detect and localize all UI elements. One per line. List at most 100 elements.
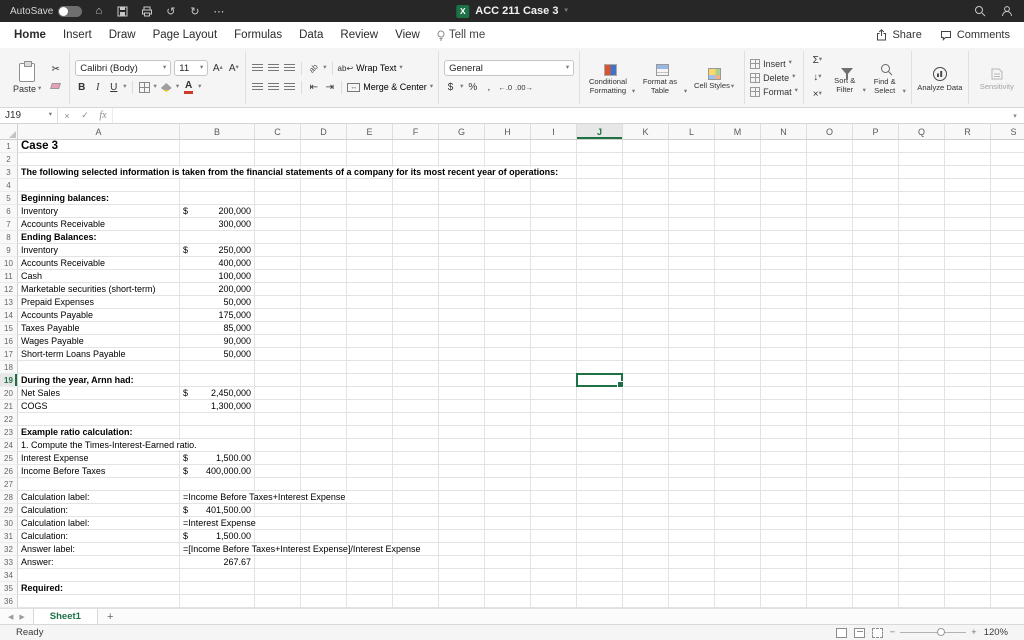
row-header-27[interactable]: 27 [0, 478, 18, 491]
cell-P27[interactable] [853, 478, 899, 491]
cell-L11[interactable] [669, 270, 715, 283]
cell-Q1[interactable] [899, 140, 945, 153]
cell-S15[interactable] [991, 322, 1024, 335]
cell-M5[interactable] [715, 192, 761, 205]
cell-J36[interactable] [577, 595, 623, 608]
cell-B11[interactable]: 100,000 [180, 270, 255, 283]
cell-P34[interactable] [853, 569, 899, 582]
cell-R27[interactable] [945, 478, 991, 491]
cell-L36[interactable] [669, 595, 715, 608]
cell-M9[interactable] [715, 244, 761, 257]
cell-C9[interactable] [255, 244, 301, 257]
cell-I5[interactable] [531, 192, 577, 205]
cell-G26[interactable] [439, 465, 485, 478]
cell-M31[interactable] [715, 530, 761, 543]
cell-O9[interactable] [807, 244, 853, 257]
column-header-I[interactable]: I [531, 124, 577, 139]
cell-I36[interactable] [531, 595, 577, 608]
cell-A36[interactable] [18, 595, 180, 608]
cell-H22[interactable] [485, 413, 531, 426]
cell-H19[interactable] [485, 374, 531, 387]
cell-Q5[interactable] [899, 192, 945, 205]
cell-B36[interactable] [180, 595, 255, 608]
cell-O14[interactable] [807, 309, 853, 322]
cell-Q14[interactable] [899, 309, 945, 322]
column-header-N[interactable]: N [761, 124, 807, 139]
cell-M33[interactable] [715, 556, 761, 569]
row-header-28[interactable]: 28 [0, 491, 18, 504]
comments-button[interactable]: Comments [940, 29, 1010, 41]
cell-P22[interactable] [853, 413, 899, 426]
cell-A33[interactable]: Answer: [18, 556, 180, 569]
cell-L32[interactable] [669, 543, 715, 556]
cell-F19[interactable] [393, 374, 439, 387]
cell-S12[interactable] [991, 283, 1024, 296]
cell-S9[interactable] [991, 244, 1024, 257]
cell-I29[interactable] [531, 504, 577, 517]
cell-H36[interactable] [485, 595, 531, 608]
cell-O12[interactable] [807, 283, 853, 296]
cell-I13[interactable] [531, 296, 577, 309]
cell-G36[interactable] [439, 595, 485, 608]
cell-R28[interactable] [945, 491, 991, 504]
cell-S21[interactable] [991, 400, 1024, 413]
cell-A1[interactable]: Case 3 [18, 140, 180, 153]
cell-H32[interactable] [485, 543, 531, 556]
cell-K15[interactable] [623, 322, 669, 335]
cell-P2[interactable] [853, 153, 899, 166]
cell-A11[interactable]: Cash [18, 270, 180, 283]
cell-S18[interactable] [991, 361, 1024, 374]
cell-N7[interactable] [761, 218, 807, 231]
cell-P7[interactable] [853, 218, 899, 231]
cell-K10[interactable] [623, 257, 669, 270]
cell-H11[interactable] [485, 270, 531, 283]
cell-B1[interactable] [180, 140, 255, 153]
cell-J6[interactable] [577, 205, 623, 218]
cell-E23[interactable] [347, 426, 393, 439]
cell-S32[interactable] [991, 543, 1024, 556]
cell-J12[interactable] [577, 283, 623, 296]
cell-G19[interactable] [439, 374, 485, 387]
cell-D15[interactable] [301, 322, 347, 335]
cell-E16[interactable] [347, 335, 393, 348]
cell-S33[interactable] [991, 556, 1024, 569]
cell-A22[interactable] [18, 413, 180, 426]
cell-R12[interactable] [945, 283, 991, 296]
cell-B18[interactable] [180, 361, 255, 374]
cell-Q10[interactable] [899, 257, 945, 270]
cell-D18[interactable] [301, 361, 347, 374]
cell-B35[interactable] [180, 582, 255, 595]
cell-B22[interactable] [180, 413, 255, 426]
cell-I6[interactable] [531, 205, 577, 218]
cell-N35[interactable] [761, 582, 807, 595]
cell-L33[interactable] [669, 556, 715, 569]
cell-A24[interactable]: 1. Compute the Times-Interest-Earned rat… [18, 439, 201, 452]
cell-O33[interactable] [807, 556, 853, 569]
cell-Q8[interactable] [899, 231, 945, 244]
formula-input[interactable] [112, 108, 1006, 123]
cell-L20[interactable] [669, 387, 715, 400]
cell-F15[interactable] [393, 322, 439, 335]
cell-D4[interactable] [301, 179, 347, 192]
cell-H7[interactable] [485, 218, 531, 231]
cell-G31[interactable] [439, 530, 485, 543]
cell-L1[interactable] [669, 140, 715, 153]
cell-E8[interactable] [347, 231, 393, 244]
row-header-33[interactable]: 33 [0, 556, 18, 569]
cell-N34[interactable] [761, 569, 807, 582]
cell-O31[interactable] [807, 530, 853, 543]
cell-S4[interactable] [991, 179, 1024, 192]
cell-N25[interactable] [761, 452, 807, 465]
cell-D21[interactable] [301, 400, 347, 413]
row-header-18[interactable]: 18 [0, 361, 18, 374]
cell-E5[interactable] [347, 192, 393, 205]
cell-P3[interactable] [853, 166, 899, 179]
cell-N23[interactable] [761, 426, 807, 439]
cell-J1[interactable] [577, 140, 623, 153]
save-icon[interactable] [115, 4, 130, 19]
cell-I8[interactable] [531, 231, 577, 244]
cell-J34[interactable] [577, 569, 623, 582]
cell-G5[interactable] [439, 192, 485, 205]
cell-O11[interactable] [807, 270, 853, 283]
cell-F24[interactable] [393, 439, 439, 452]
